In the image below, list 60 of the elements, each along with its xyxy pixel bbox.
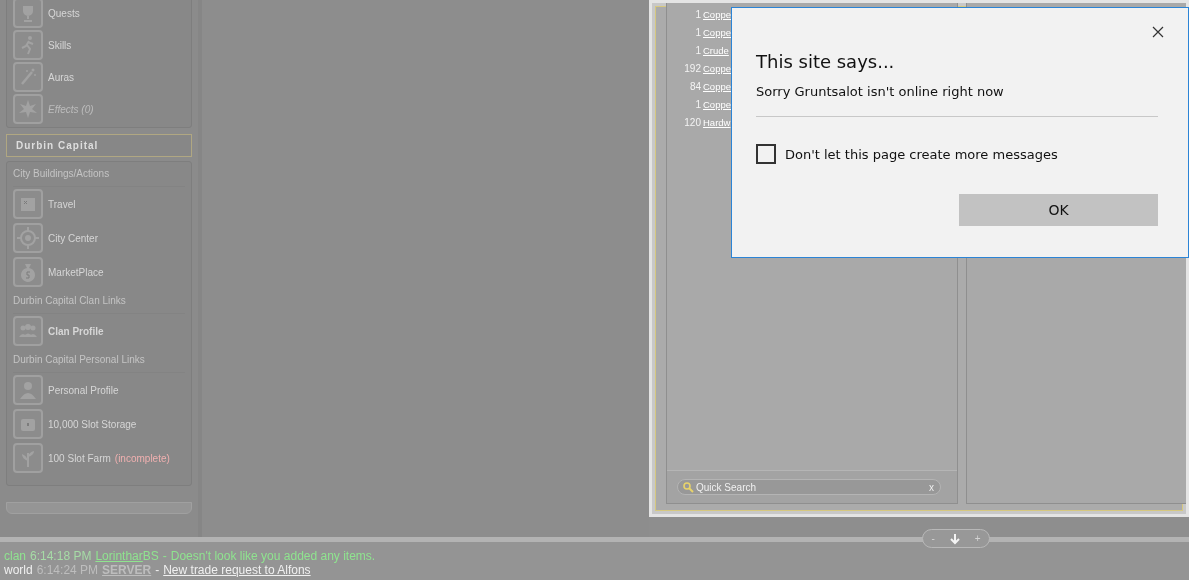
money-bag-icon — [13, 257, 43, 287]
starburst-icon — [13, 94, 43, 124]
item-quantity: 192 — [683, 62, 701, 74]
item-link[interactable]: Coppe — [703, 80, 731, 92]
wand-icon — [13, 62, 43, 92]
sidebar-link[interactable]: Quests — [48, 7, 80, 19]
item-link[interactable]: Coppe — [703, 62, 731, 74]
chat-time: 6:14:18 PM — [30, 549, 92, 563]
sidebar-link[interactable]: 100 Slot Farm — [48, 452, 111, 464]
item-quantity: 1 — [694, 98, 701, 110]
sidebar-link[interactable]: Auras — [48, 71, 75, 83]
sender-link[interactable]: Lorinthar — [95, 549, 143, 563]
chest-icon — [13, 409, 43, 439]
dialog-title: This site says... — [756, 51, 896, 72]
checkbox-label[interactable]: Don't let this page create more messages — [785, 146, 1058, 162]
chat-channel: clan — [4, 549, 26, 563]
sidebar-link[interactable]: 10,000 Slot Storage — [48, 418, 137, 430]
ok-button[interactable]: OK — [959, 194, 1158, 226]
item-quantity: 1 — [694, 26, 701, 38]
person-icon — [13, 375, 43, 405]
section-heading: Durbin Capital Clan Links — [13, 289, 185, 314]
chat-channel: world — [4, 563, 33, 577]
dialog-message: Sorry Gruntsalot isn't online right now — [756, 84, 1005, 99]
sidebar-link[interactable]: City Center — [48, 232, 98, 244]
search-icon — [683, 481, 694, 493]
sidebar-link[interactable]: Clan Profile — [48, 325, 104, 337]
plant-icon — [13, 443, 43, 473]
item-link[interactable]: Crude — [703, 44, 729, 56]
chat-separator: - — [162, 549, 167, 563]
section-heading: City Buildings/Actions — [13, 162, 185, 187]
map-icon — [13, 189, 43, 219]
group-icon — [13, 316, 43, 346]
item-quantity: 1 — [694, 8, 701, 20]
sidebar-link[interactable]: Skills — [48, 39, 72, 51]
item-quantity: 1 — [694, 44, 701, 56]
item-link[interactable]: Coppe — [703, 98, 731, 110]
zoom-out-button[interactable]: - — [929, 533, 937, 544]
item-quantity: 120 — [683, 116, 701, 128]
sidebar-link[interactable]: MarketPlace — [48, 266, 104, 278]
clear-button[interactable]: x — [929, 481, 934, 493]
item-quantity: 84 — [688, 80, 701, 92]
message-link[interactable]: New trade request to Alfons — [163, 563, 311, 577]
status-note: (incomplete) — [114, 452, 170, 464]
down-arrow-icon[interactable] — [949, 532, 960, 545]
checkbox[interactable] — [756, 144, 776, 164]
search-field[interactable]: Quick Search x — [677, 479, 941, 495]
section-heading: Durbin Capital Personal Links — [13, 348, 185, 373]
chat-separator: - — [155, 563, 160, 577]
item-link[interactable]: Coppe — [703, 8, 731, 20]
sender-suffix: BS — [142, 549, 159, 563]
item-link[interactable]: Coppe — [703, 26, 731, 38]
running-figure-icon — [13, 30, 43, 60]
sidebar-link[interactable]: Travel — [48, 198, 76, 210]
zoom-in-button[interactable]: + — [972, 533, 983, 544]
target-icon — [13, 223, 43, 253]
chat-message: Doesn't look like you added any items. — [170, 549, 376, 563]
location-header: Durbin Capital — [6, 134, 192, 157]
item-link[interactable]: Hardw — [703, 116, 731, 128]
close-icon[interactable] — [1152, 26, 1164, 38]
sidebar-link[interactable]: Personal Profile — [48, 384, 119, 396]
